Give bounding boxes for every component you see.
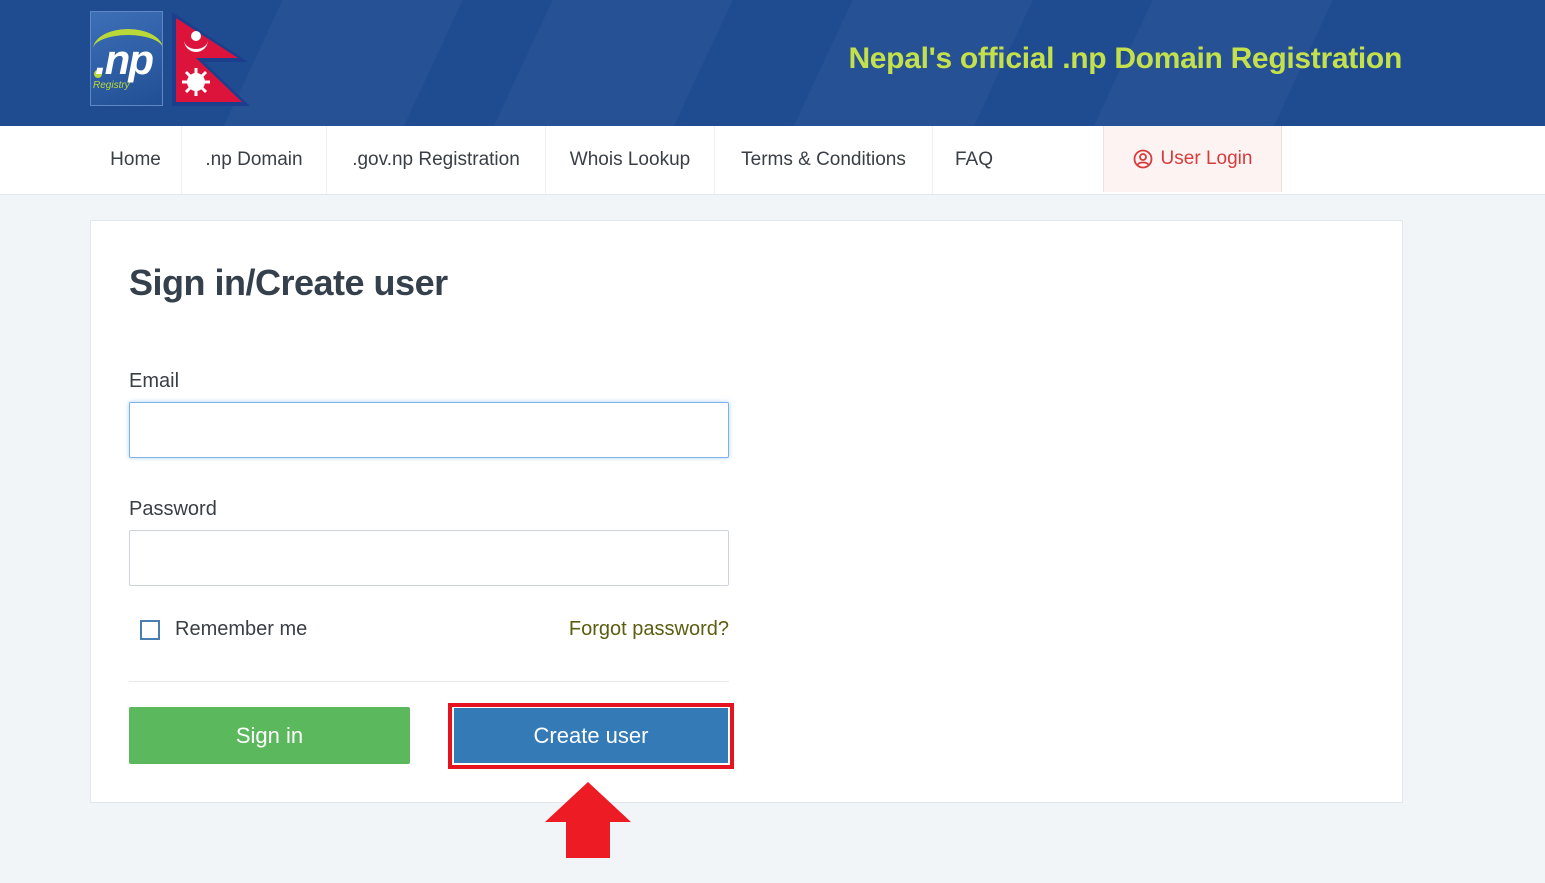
- forgot-password-link[interactable]: Forgot password?: [569, 618, 729, 641]
- user-login-button[interactable]: User Login: [1103, 126, 1282, 192]
- remember-me-checkbox[interactable]: [140, 620, 160, 640]
- site-header: .np Registry Nepal's official .np Domain…: [0, 0, 1545, 126]
- nepal-flag-icon: [168, 10, 252, 108]
- nav-faq[interactable]: FAQ: [933, 126, 1015, 194]
- password-input[interactable]: [129, 530, 729, 586]
- nav-np-domain[interactable]: .np Domain: [182, 126, 327, 194]
- red-up-arrow-icon: [545, 782, 631, 858]
- logo-subtext: Registry: [93, 80, 130, 91]
- nav-gov-np-registration[interactable]: .gov.np Registration: [327, 126, 546, 194]
- create-user-button[interactable]: Create user: [454, 708, 728, 763]
- user-circle-icon: [1133, 149, 1153, 169]
- email-label: Email: [129, 370, 179, 393]
- remember-me-label[interactable]: Remember me: [175, 618, 307, 641]
- page-title: Sign in/Create user: [129, 262, 448, 304]
- np-registry-logo[interactable]: .np Registry: [90, 11, 163, 106]
- main-nav: Home .np Domain .gov.np Registration Who…: [0, 126, 1545, 195]
- form-divider: [129, 681, 729, 682]
- password-label: Password: [129, 498, 217, 521]
- email-input[interactable]: [129, 402, 729, 458]
- header-tagline: Nepal's official .np Domain Registration: [848, 42, 1402, 76]
- user-login-label: User Login: [1161, 148, 1253, 170]
- nav-terms-conditions[interactable]: Terms & Conditions: [715, 126, 933, 194]
- logo-text: .np: [95, 38, 152, 82]
- nav-home[interactable]: Home: [90, 126, 182, 194]
- nav-whois-lookup[interactable]: Whois Lookup: [546, 126, 715, 194]
- sign-in-button[interactable]: Sign in: [129, 707, 410, 764]
